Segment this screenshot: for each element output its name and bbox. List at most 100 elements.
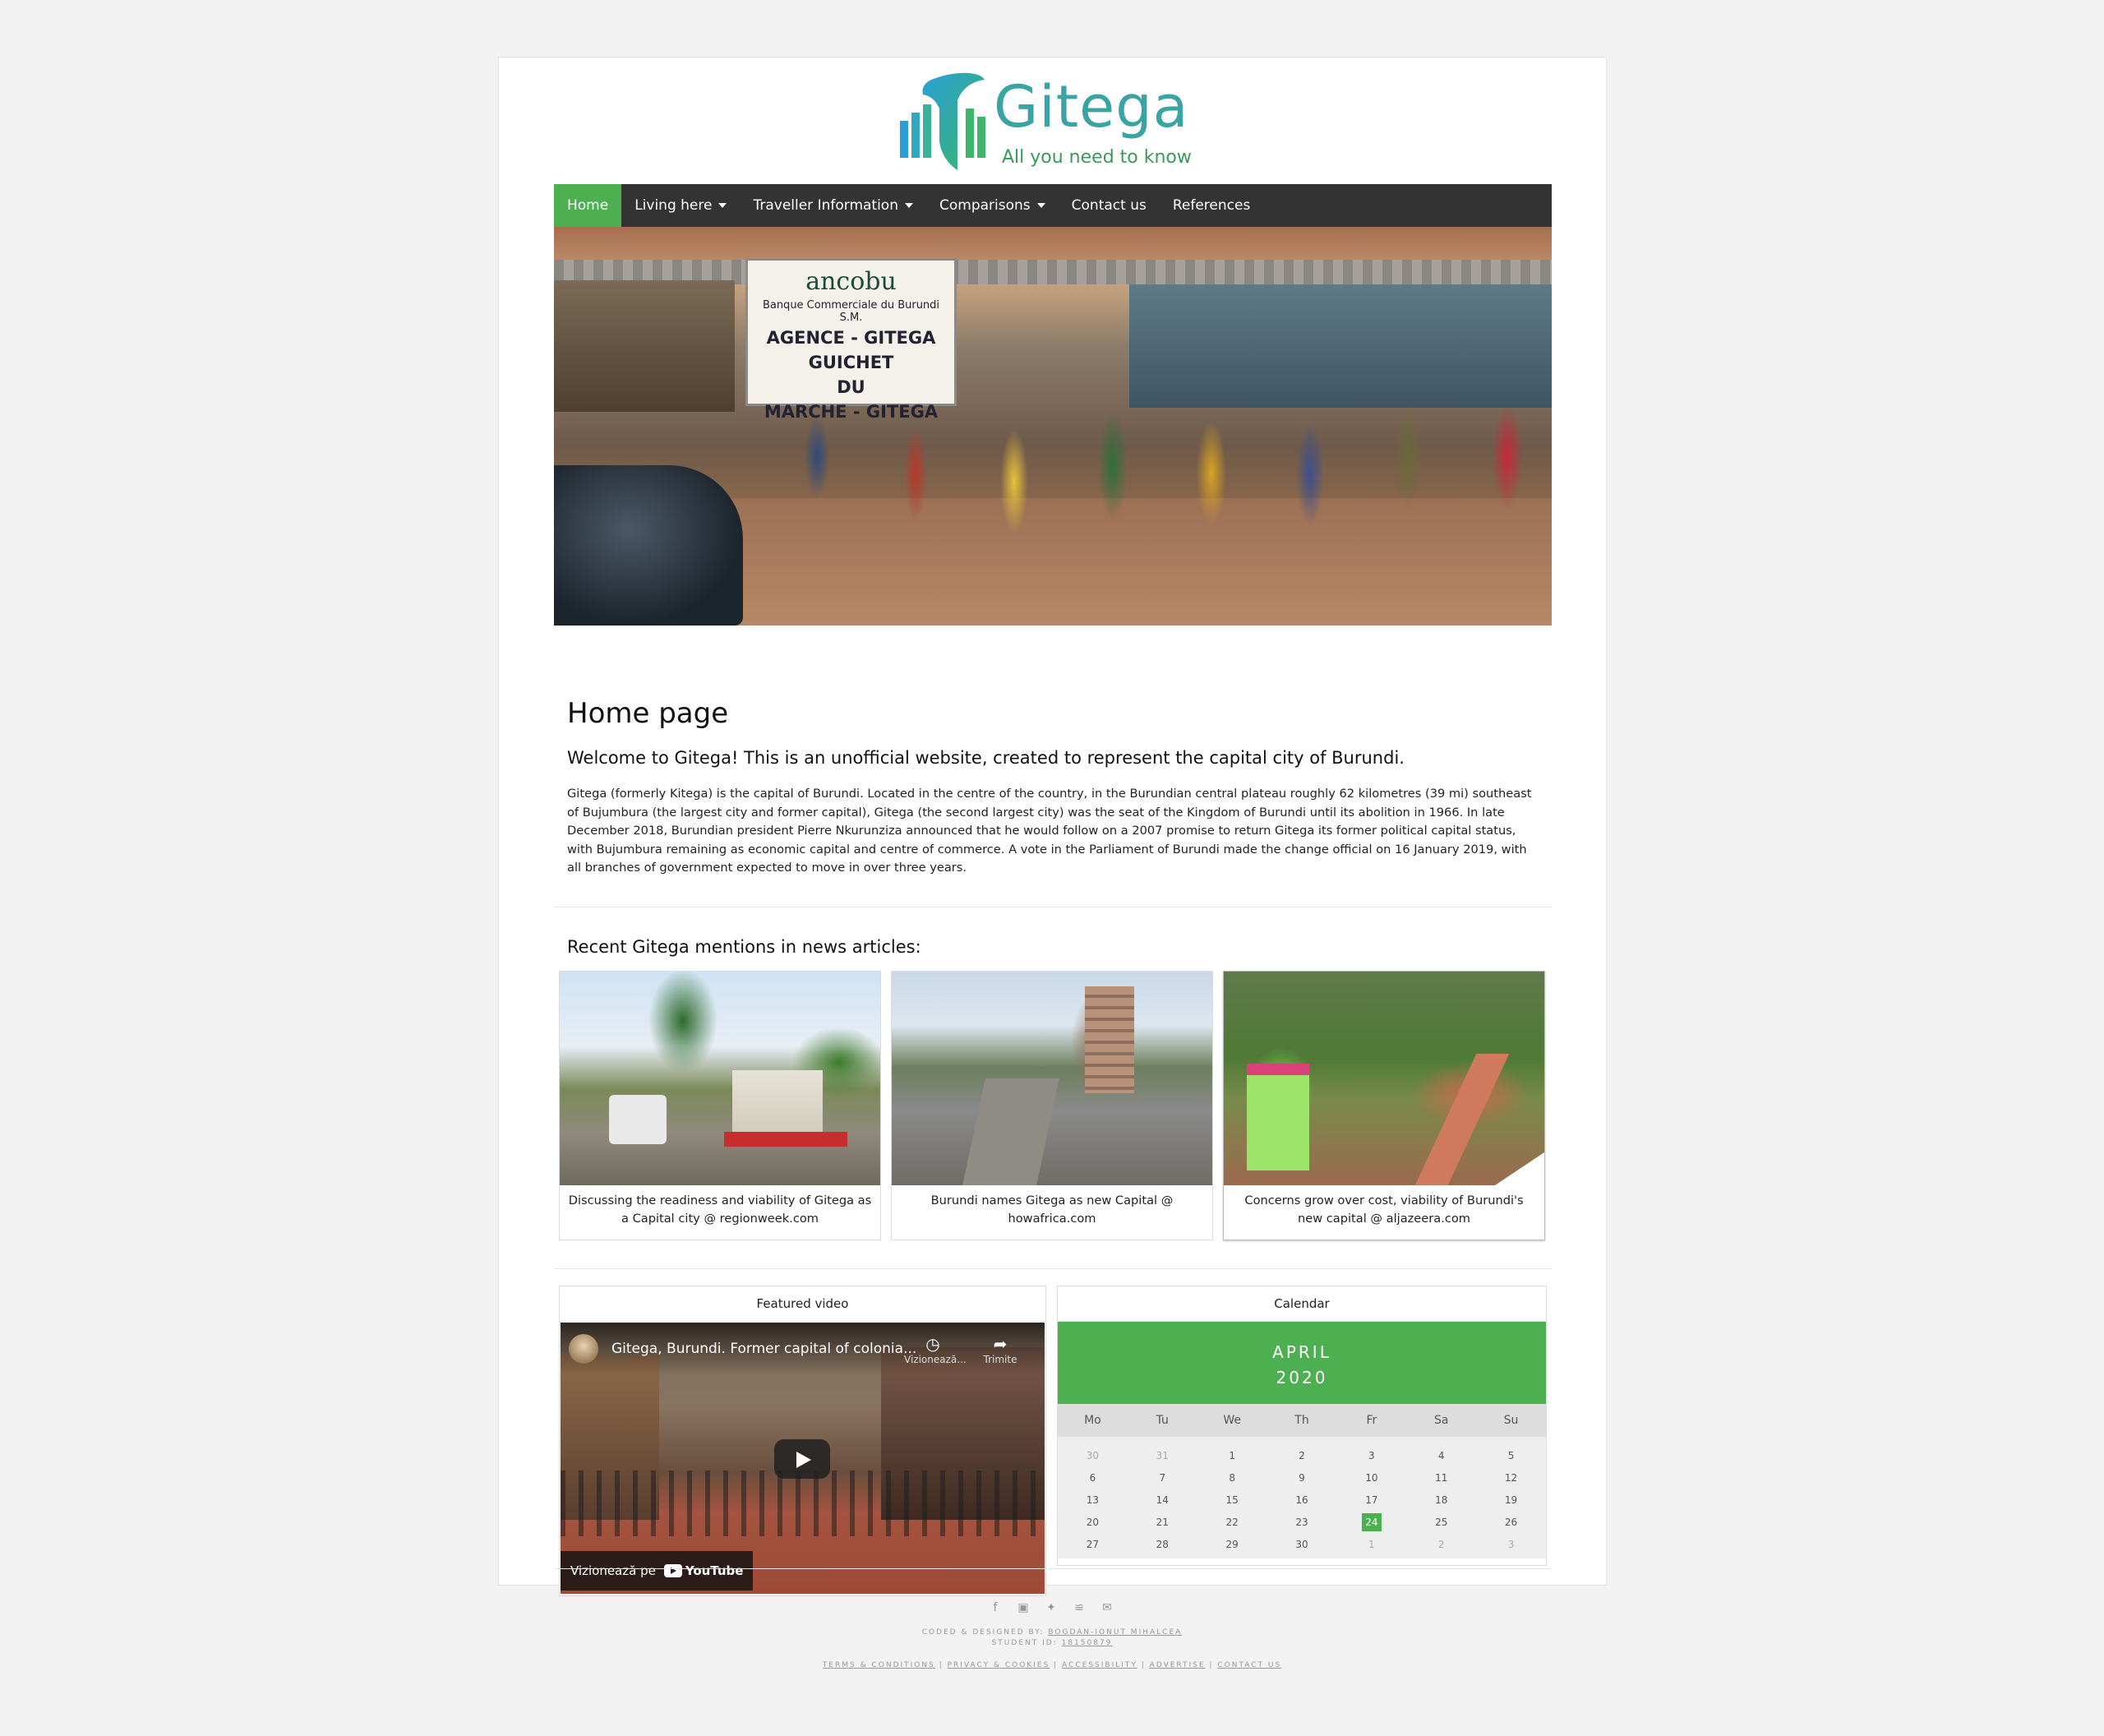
- calendar-day[interactable]: 25: [1435, 1513, 1447, 1531]
- calendar-day[interactable]: 21: [1156, 1513, 1169, 1531]
- calendar-day[interactable]: 1: [1229, 1447, 1235, 1465]
- hero-image: ancobu Banque Commerciale du Burundi S.M…: [554, 227, 1552, 626]
- calendar-day[interactable]: 7: [1159, 1469, 1165, 1487]
- calendar-day[interactable]: 10: [1365, 1469, 1377, 1487]
- nav-comparisons[interactable]: Comparisons: [926, 184, 1059, 227]
- calendar-day[interactable]: 20: [1087, 1513, 1099, 1531]
- calendar-day[interactable]: 23: [1295, 1513, 1308, 1531]
- calendar-heading: Calendar: [1058, 1286, 1546, 1322]
- sign-brand: ancobu: [805, 267, 897, 296]
- calendar-day[interactable]: 18: [1435, 1491, 1447, 1509]
- footer-links: TERMS & CONDITIONS | PRIVACY & COOKIES |…: [822, 1661, 1282, 1669]
- news-card[interactable]: Burundi names Gitega as new Capital @ ho…: [891, 971, 1213, 1240]
- calendar-day[interactable]: 5: [1508, 1447, 1515, 1465]
- share-button[interactable]: ➦ Trimite: [971, 1334, 1029, 1365]
- youtube-icon: [663, 1564, 682, 1577]
- calendar-day[interactable]: 2: [1299, 1447, 1305, 1465]
- channel-avatar[interactable]: [569, 1334, 598, 1364]
- news-caption: Burundi names Gitega as new Capital @ ho…: [930, 1194, 1174, 1226]
- news-caption: Discussing the readiness and viability o…: [568, 1194, 872, 1226]
- rss-icon[interactable]: ≌: [1072, 1600, 1087, 1615]
- calendar-day[interactable]: 16: [1295, 1491, 1308, 1509]
- site-logo[interactable]: Gitega All you need to know: [898, 72, 1211, 182]
- footer-link-contact[interactable]: CONTACT US: [1217, 1661, 1281, 1669]
- intro-paragraph: Gitega (formerly Kitega) is the capital …: [567, 787, 1532, 875]
- calendar-day[interactable]: 9: [1299, 1469, 1305, 1487]
- sign-line: MARCHE - GITEGA: [764, 402, 939, 422]
- play-button[interactable]: [774, 1439, 830, 1479]
- calendar-year: 2020: [1276, 1368, 1328, 1387]
- nav-references-label: References: [1172, 197, 1251, 214]
- email-icon[interactable]: ✉: [1100, 1600, 1114, 1615]
- calendar-day[interactable]: 13: [1087, 1491, 1099, 1509]
- credits: CODED & DESIGNED BY: BOGDAN-IONUT MIHALC…: [0, 1628, 2104, 1649]
- news-heading: Recent Gitega mentions in news articles:: [567, 937, 921, 957]
- calendar-day[interactable]: 30: [1087, 1447, 1099, 1465]
- instagram-icon[interactable]: ▣: [1016, 1600, 1031, 1615]
- calendar-day[interactable]: 6: [1090, 1469, 1096, 1487]
- calendar-day[interactable]: 17: [1365, 1491, 1377, 1509]
- nav-traveller-label: Traveller Information: [753, 197, 898, 214]
- watch-on-youtube-button[interactable]: Vizionează pe YouTube: [561, 1551, 754, 1591]
- calendar-day[interactable]: 27: [1087, 1535, 1099, 1554]
- nav-comparisons-label: Comparisons: [939, 197, 1031, 214]
- sign-line: GUICHET: [808, 353, 894, 372]
- calendar-day[interactable]: 31: [1156, 1447, 1169, 1465]
- calendar-day-today[interactable]: 24: [1361, 1513, 1382, 1531]
- car-shape: [554, 465, 743, 626]
- author-link[interactable]: BOGDAN-IONUT MIHALCEA: [1048, 1628, 1182, 1637]
- nav-traveller-information[interactable]: Traveller Information: [740, 184, 926, 227]
- footer-link-privacy[interactable]: PRIVACY & COOKIES: [948, 1661, 1050, 1669]
- nav-home[interactable]: Home: [554, 184, 622, 227]
- calendar-day[interactable]: 3: [1368, 1447, 1375, 1465]
- news-image: [560, 972, 880, 1185]
- calendar-day[interactable]: 2: [1438, 1535, 1445, 1554]
- nav-contact-label: Contact us: [1071, 197, 1147, 214]
- footer-link-advertise[interactable]: ADVERTISE: [1150, 1661, 1206, 1669]
- calendar-day[interactable]: 19: [1505, 1491, 1517, 1509]
- caret-down-icon: [905, 203, 913, 208]
- weekday-label: We: [1223, 1414, 1241, 1427]
- calendar-month: APRIL: [1272, 1342, 1331, 1362]
- watch-on-label: Vizionează pe: [570, 1563, 656, 1578]
- student-id-link[interactable]: 18150879: [1062, 1639, 1113, 1647]
- news-card[interactable]: Concerns grow over cost, viability of Bu…: [1223, 971, 1545, 1240]
- calendar-day[interactable]: 4: [1438, 1447, 1445, 1465]
- calendar-day[interactable]: 3: [1508, 1535, 1515, 1554]
- share-label: Trimite: [983, 1354, 1017, 1365]
- bank-sign: ancobu Banque Commerciale du Burundi S.M…: [745, 258, 957, 422]
- weekday-label: Sa: [1433, 1414, 1449, 1427]
- youtube-label: YouTube: [685, 1563, 744, 1578]
- calendar-day[interactable]: 22: [1225, 1513, 1238, 1531]
- welcome-heading: Welcome to Gitega! This is an unofficial…: [567, 748, 1405, 768]
- calendar-day[interactable]: 12: [1505, 1469, 1517, 1487]
- page-title: Home page: [567, 697, 729, 730]
- calendar-day[interactable]: 11: [1435, 1469, 1447, 1487]
- calendar-day[interactable]: 29: [1225, 1535, 1238, 1554]
- logo-wordmark: Gitega: [994, 73, 1189, 141]
- calendar-day[interactable]: 28: [1156, 1535, 1169, 1554]
- calendar-day[interactable]: 30: [1295, 1535, 1308, 1554]
- nav-living-here-label: Living here: [634, 197, 713, 214]
- nav-living-here[interactable]: Living here: [621, 184, 740, 227]
- twitter-icon[interactable]: ✦: [1044, 1600, 1059, 1615]
- video-title[interactable]: Gitega, Burundi. Former capital of colon…: [611, 1341, 916, 1357]
- news-card[interactable]: Discussing the readiness and viability o…: [559, 971, 881, 1240]
- calendar-day[interactable]: 14: [1156, 1491, 1169, 1509]
- footer-link-terms[interactable]: TERMS & CONDITIONS: [823, 1661, 935, 1669]
- facebook-icon[interactable]: f: [988, 1600, 1003, 1615]
- calendar-day[interactable]: 26: [1505, 1513, 1517, 1531]
- divider: [554, 1568, 1552, 1569]
- featured-video-panel: Featured video Gitega, Burundi. Former c…: [559, 1286, 1046, 1596]
- sign-line: Banque Commerciale du Burundi S.M.: [762, 299, 940, 324]
- watch-later-button[interactable]: ◷ Vizionează...: [904, 1334, 967, 1365]
- calendar-day[interactable]: 1: [1368, 1535, 1375, 1554]
- featured-video-heading: Featured video: [560, 1286, 1045, 1322]
- calendar-day[interactable]: 15: [1225, 1491, 1238, 1509]
- nav-references[interactable]: References: [1160, 184, 1263, 227]
- page-card: Gitega All you need to know Home Living …: [498, 57, 1607, 1596]
- calendar-day[interactable]: 8: [1229, 1469, 1235, 1487]
- youtube-video-player[interactable]: Gitega, Burundi. Former capital of colon…: [561, 1323, 1045, 1594]
- nav-contact-us[interactable]: Contact us: [1059, 184, 1160, 227]
- footer-link-accessibility[interactable]: ACCESSIBILITY: [1062, 1661, 1137, 1669]
